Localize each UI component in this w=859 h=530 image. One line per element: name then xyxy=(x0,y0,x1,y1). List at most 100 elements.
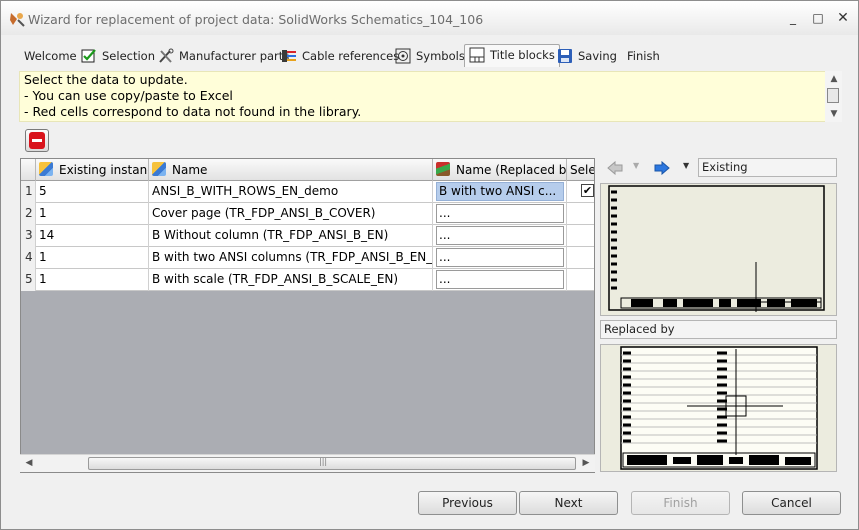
name-cell: B with scale (TR_FDP_ANSI_B_SCALE_EN) xyxy=(149,269,433,291)
row-number: 2 xyxy=(21,203,36,225)
tab-selection[interactable]: Selection xyxy=(81,46,155,67)
row-number: 5 xyxy=(21,269,36,291)
book-stack-icon xyxy=(436,162,450,176)
scroll-thumb[interactable]: ||| xyxy=(88,457,576,470)
scroll-grip: ||| xyxy=(319,457,328,466)
row-number: 1 xyxy=(21,181,36,203)
replacement-selector[interactable]: ... xyxy=(436,248,564,267)
column-label: Existing instance xyxy=(59,163,148,177)
table-row[interactable]: 3 14 B Without column (TR_FDP_ANSI_B_EN)… xyxy=(21,225,594,247)
table-row[interactable]: 5 1 B with scale (TR_FDP_ANSI_B_SCALE_EN… xyxy=(21,269,594,291)
replaced-title-block-drawing xyxy=(620,346,818,470)
column-label: Name (Replaced by) xyxy=(456,163,567,177)
select-cell[interactable] xyxy=(567,247,594,269)
info-scrollbar[interactable]: ▲ ▼ xyxy=(825,71,842,122)
replaced-by-label: Replaced by xyxy=(600,320,837,339)
previous-button[interactable]: Previous xyxy=(418,491,517,515)
replaced-by-cell[interactable]: ... xyxy=(433,269,567,291)
tab-title-blocks[interactable]: Title blocks xyxy=(464,44,560,67)
tools-icon xyxy=(159,48,174,63)
tab-cable-references[interactable]: Cable references xyxy=(281,46,399,67)
info-line: - Red cells correspond to data not found… xyxy=(24,104,362,119)
name-cell: Cover page (TR_FDP_ANSI_B_COVER) xyxy=(149,203,433,225)
name-cell: B Without column (TR_FDP_ANSI_B_EN) xyxy=(149,225,433,247)
info-panel: Select the data to update. - You can use… xyxy=(19,71,841,122)
scroll-right-icon[interactable]: ▶ xyxy=(581,458,591,468)
delete-row-button[interactable] xyxy=(25,129,49,152)
row-number: 4 xyxy=(21,247,36,269)
forward-dropdown-icon[interactable]: ▼ xyxy=(683,161,689,170)
grid-header: Existing instance Name Name (Replaced by… xyxy=(21,159,594,181)
symbol-icon xyxy=(395,48,411,64)
grid-horizontal-scrollbar[interactable]: ◀ ||| ▶ xyxy=(20,454,595,472)
column-header-select[interactable]: Sele xyxy=(567,159,594,181)
column-label: Name xyxy=(172,163,208,177)
close-icon[interactable]: ✕ xyxy=(836,11,850,25)
scroll-up-icon[interactable]: ▲ xyxy=(829,74,839,84)
scroll-left-icon[interactable]: ◀ xyxy=(24,458,34,468)
tab-symbols[interactable]: Symbols xyxy=(395,46,465,67)
table-row[interactable]: 2 1 Cover page (TR_FDP_ANSI_B_COVER) ... xyxy=(21,203,594,225)
title-bar[interactable]: Wizard for replacement of project data: … xyxy=(1,1,858,35)
row-number-header xyxy=(21,159,36,181)
green-check-icon xyxy=(81,49,96,63)
column-header-existing[interactable]: Existing instance xyxy=(36,159,149,181)
tab-label: Welcome xyxy=(24,49,77,63)
wizard-app-icon xyxy=(10,13,25,27)
back-dropdown-icon[interactable]: ▼ xyxy=(633,161,639,170)
floppy-disk-icon xyxy=(558,49,572,63)
replacement-selector[interactable]: ... xyxy=(436,204,564,223)
existing-instance-cell: 1 xyxy=(36,247,149,269)
finish-button[interactable]: Finish xyxy=(631,491,730,515)
existing-title-block-drawing xyxy=(608,185,825,312)
tab-saving[interactable]: Saving xyxy=(557,46,617,67)
name-cell: B with two ANSI columns (TR_FDP_ANSI_B_E… xyxy=(149,247,433,269)
replaced-by-cell[interactable]: ... xyxy=(433,225,567,247)
select-cell[interactable]: ✔ xyxy=(567,181,594,203)
existing-instance-cell: 5 xyxy=(36,181,149,203)
scroll-down-icon[interactable]: ▼ xyxy=(829,109,839,119)
cancel-button[interactable]: Cancel xyxy=(742,491,841,515)
replacement-selector[interactable]: ... xyxy=(436,270,564,289)
tab-label: Saving xyxy=(578,49,617,63)
tab-label: Title blocks xyxy=(490,48,555,62)
maximize-icon[interactable]: □ xyxy=(811,11,825,25)
delete-icon xyxy=(29,132,45,149)
title-block-grid: Existing instance Name Name (Replaced by… xyxy=(20,158,595,473)
replaced-by-cell[interactable]: B with two ANSI c... xyxy=(433,181,567,203)
tab-label: Manufacturer parts xyxy=(179,49,290,63)
wizard-tabs: Welcome Selection Manufacturer parts Cab… xyxy=(15,44,855,68)
select-checkbox[interactable]: ✔ xyxy=(581,184,594,197)
preview-toolbar: ▼ ▼ Existing xyxy=(601,158,841,180)
existing-preview xyxy=(600,183,837,316)
row-number: 3 xyxy=(21,225,36,247)
column-header-replaced-by[interactable]: Name (Replaced by) xyxy=(433,159,567,181)
tab-finish[interactable]: Finish xyxy=(627,46,660,67)
title-block-library-icon xyxy=(39,162,53,176)
table-row[interactable]: 1 5 ANSI_B_WITH_ROWS_EN_demo B with two … xyxy=(21,181,594,203)
replacement-selector[interactable]: B with two ANSI c... xyxy=(436,182,564,201)
tab-welcome[interactable]: Welcome xyxy=(24,46,77,67)
back-arrow-icon[interactable] xyxy=(607,161,623,175)
replacement-selector[interactable]: ... xyxy=(436,226,564,245)
tab-label: Finish xyxy=(627,49,660,63)
name-cell: ANSI_B_WITH_ROWS_EN_demo xyxy=(149,181,433,203)
select-cell[interactable] xyxy=(567,269,594,291)
existing-instance-cell: 1 xyxy=(36,269,149,291)
info-line: - You can use copy/paste to Excel xyxy=(24,88,233,103)
column-header-name[interactable]: Name xyxy=(149,159,433,181)
select-cell[interactable] xyxy=(567,203,594,225)
minimize-icon[interactable]: _ xyxy=(786,11,800,25)
wizard-window: Wizard for replacement of project data: … xyxy=(0,0,859,530)
tab-manufacturer-parts[interactable]: Manufacturer parts xyxy=(158,46,289,67)
cable-icon xyxy=(282,50,296,62)
window-title: Wizard for replacement of project data: … xyxy=(28,12,484,27)
next-button[interactable]: Next xyxy=(519,491,618,515)
table-row[interactable]: 4 1 B with two ANSI columns (TR_FDP_ANSI… xyxy=(21,247,594,269)
info-line: Select the data to update. xyxy=(24,72,188,87)
replaced-by-cell[interactable]: ... xyxy=(433,247,567,269)
replaced-by-cell[interactable]: ... xyxy=(433,203,567,225)
select-cell[interactable] xyxy=(567,225,594,247)
scroll-thumb[interactable] xyxy=(827,88,839,103)
forward-arrow-icon[interactable] xyxy=(654,161,670,175)
